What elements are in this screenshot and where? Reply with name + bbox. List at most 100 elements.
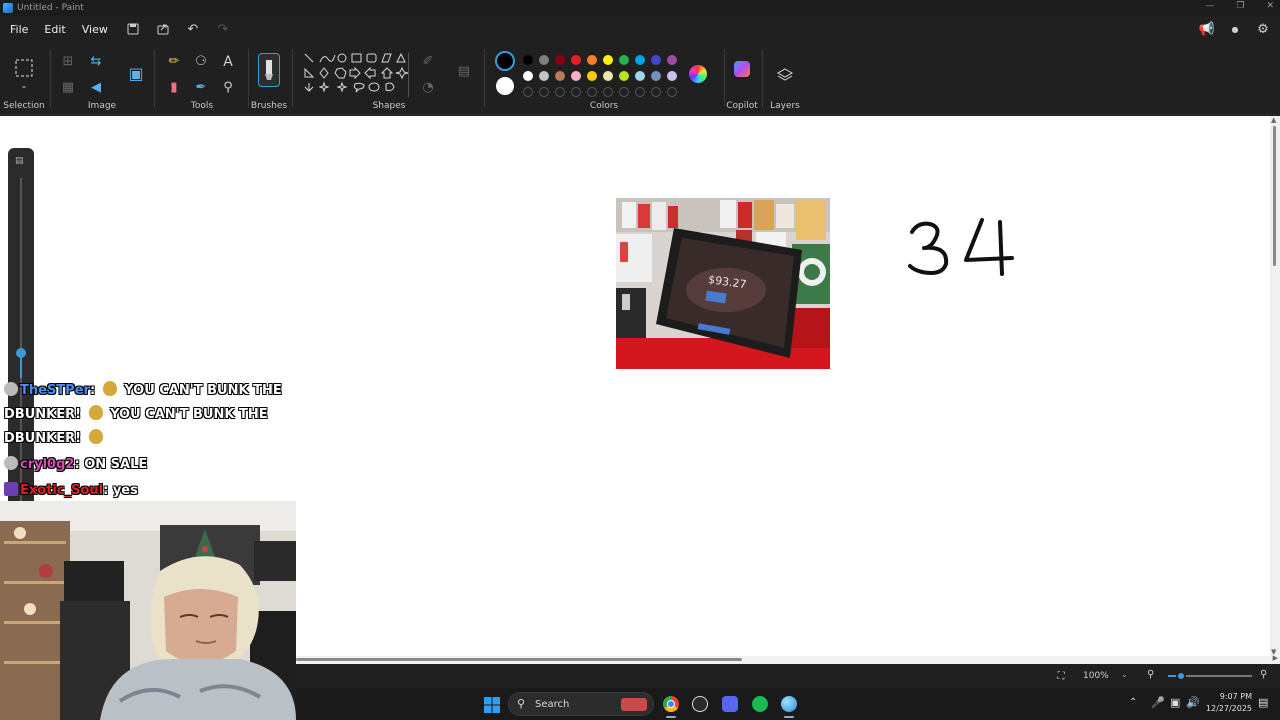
redo-icon[interactable]: ↷	[212, 18, 234, 40]
menu-file[interactable]: File	[2, 23, 36, 36]
moneybag-emote-icon	[88, 429, 103, 444]
copilot-icon[interactable]	[734, 61, 750, 77]
palette-color-swatch[interactable]	[555, 71, 565, 81]
microphone-icon[interactable]: 🎤	[1151, 696, 1165, 709]
taskbar-search-box[interactable]: ⚲ Search	[508, 692, 654, 716]
obs-taskbar-icon[interactable]	[692, 696, 708, 712]
palette-color-swatch[interactable]	[587, 71, 597, 81]
zoom-in-icon[interactable]: ⚲	[1260, 669, 1267, 680]
magnifier-icon[interactable]: ⚲	[220, 81, 236, 95]
network-icon[interactable]: ▣	[1170, 696, 1180, 709]
custom-color-slot[interactable]	[667, 87, 677, 97]
shape-options-icon[interactable]: ▤	[456, 65, 472, 79]
palette-color-swatch[interactable]	[555, 55, 565, 65]
zoom-level[interactable]: 100%	[1083, 671, 1109, 681]
fit-to-window-icon[interactable]: ⛶	[1050, 665, 1072, 687]
custom-color-slot[interactable]	[539, 87, 549, 97]
scroll-right-arrow-icon[interactable]: ▶	[1273, 654, 1278, 662]
select-all-icon[interactable]: ▦	[60, 81, 76, 95]
horizontal-scroll-thumb[interactable]	[296, 658, 742, 661]
shapes-group: ✐ ◔ ▤ Shapes	[296, 45, 482, 113]
start-button-icon[interactable]	[484, 697, 500, 713]
chrome-taskbar-icon[interactable]	[663, 696, 679, 712]
palette-color-swatch[interactable]	[523, 55, 533, 65]
palette-color-swatch[interactable]	[539, 55, 549, 65]
feedback-icon[interactable]: 📢	[1196, 18, 1218, 40]
spotify-taskbar-icon[interactable]	[752, 696, 768, 712]
custom-color-slot[interactable]	[523, 87, 533, 97]
secondary-color-swatch[interactable]	[496, 77, 514, 95]
text-tool-icon[interactable]: A	[220, 55, 236, 69]
palette-color-swatch[interactable]	[587, 55, 597, 65]
palette-color-swatch[interactable]	[619, 71, 629, 81]
custom-color-slot[interactable]	[555, 87, 565, 97]
zoom-out-icon[interactable]: ⚲	[1147, 669, 1154, 680]
resize-icon[interactable]: ⇆	[88, 55, 104, 69]
notifications-icon[interactable]: ▤	[1258, 696, 1268, 709]
fill-bucket-icon[interactable]: ⚆	[193, 55, 209, 69]
palette-color-swatch[interactable]	[635, 71, 645, 81]
window-title: Untitled - Paint	[17, 3, 84, 13]
selection-dropdown-icon[interactable]: ⌄	[16, 79, 32, 93]
menu-edit[interactable]: Edit	[36, 23, 73, 36]
zoom-dropdown-icon[interactable]: ⌄	[1121, 670, 1128, 679]
palette-color-swatch[interactable]	[571, 71, 581, 81]
close-button[interactable]: ✕	[1266, 1, 1274, 11]
palette-color-swatch[interactable]	[571, 55, 581, 65]
colors-group: Colors	[486, 45, 722, 113]
layers-icon[interactable]	[777, 67, 793, 83]
menu-view[interactable]: View	[74, 23, 116, 36]
share-icon[interactable]	[152, 18, 174, 40]
selection-rect-icon[interactable]	[15, 59, 33, 77]
vertical-scroll-thumb[interactable]	[1273, 126, 1276, 266]
scroll-up-arrow-icon[interactable]: ▲	[1271, 116, 1276, 124]
stream-chat-overlay: TheSTPer: YOU CAN'T BUNK THE DBUNKER! YO…	[4, 379, 296, 503]
zoom-slider-knob[interactable]	[1176, 671, 1186, 681]
brush-button[interactable]	[258, 53, 280, 87]
custom-color-slot[interactable]	[587, 87, 597, 97]
discord-taskbar-icon[interactable]	[722, 696, 738, 712]
maximize-button[interactable]: ❐	[1236, 1, 1244, 11]
primary-color-swatch[interactable]	[495, 51, 515, 71]
palette-color-swatch[interactable]	[603, 71, 613, 81]
palette-color-swatch[interactable]	[667, 71, 677, 81]
pencil-icon[interactable]: ✏	[166, 55, 182, 69]
tray-overflow-chevron-icon[interactable]: ⌃	[1129, 697, 1137, 708]
divider	[154, 49, 155, 107]
paint-taskbar-icon[interactable]	[781, 696, 797, 712]
rotate-icon[interactable]: ◀	[88, 81, 104, 95]
custom-color-slot[interactable]	[571, 87, 581, 97]
palette-color-swatch[interactable]	[539, 71, 549, 81]
clock-time[interactable]: 9:07 PM	[1208, 692, 1252, 701]
custom-color-slot[interactable]	[619, 87, 629, 97]
color-picker-icon[interactable]: ✒	[193, 81, 209, 95]
fill-icon[interactable]: ◔	[420, 81, 436, 95]
vertical-scrollbar[interactable]: ▲ ▼	[1270, 116, 1280, 656]
palette-color-swatch[interactable]	[651, 55, 661, 65]
crop-icon[interactable]: ⊞	[60, 55, 76, 69]
shapes-gallery[interactable]	[302, 51, 412, 101]
palette-color-swatch[interactable]	[523, 71, 533, 81]
palette-color-swatch[interactable]	[603, 55, 613, 65]
outline-icon[interactable]: ✐	[420, 55, 436, 69]
eraser-icon[interactable]: ▮	[166, 81, 182, 95]
undo-icon[interactable]: ↶	[182, 18, 204, 40]
custom-color-slot[interactable]	[603, 87, 613, 97]
custom-color-slot[interactable]	[635, 87, 645, 97]
horizontal-scrollbar[interactable]: ▶	[296, 654, 1280, 664]
side-slider-knob[interactable]	[16, 348, 26, 358]
palette-color-swatch[interactable]	[651, 71, 661, 81]
edit-colors-button[interactable]	[689, 65, 707, 83]
palette-color-swatch[interactable]	[667, 55, 677, 65]
clock-date[interactable]: 12/27/2025	[1205, 704, 1252, 713]
pasted-photo[interactable]: $93.27	[616, 198, 830, 369]
volume-icon[interactable]: 🔊	[1186, 696, 1200, 709]
save-icon[interactable]	[122, 18, 144, 40]
image-tools-icon[interactable]: ▣	[128, 66, 144, 82]
account-icon[interactable]: ●	[1224, 18, 1246, 40]
palette-color-swatch[interactable]	[635, 55, 645, 65]
custom-color-slot[interactable]	[651, 87, 661, 97]
settings-gear-icon[interactable]: ⚙	[1252, 18, 1274, 40]
minimize-button[interactable]: —	[1205, 1, 1214, 11]
palette-color-swatch[interactable]	[619, 55, 629, 65]
